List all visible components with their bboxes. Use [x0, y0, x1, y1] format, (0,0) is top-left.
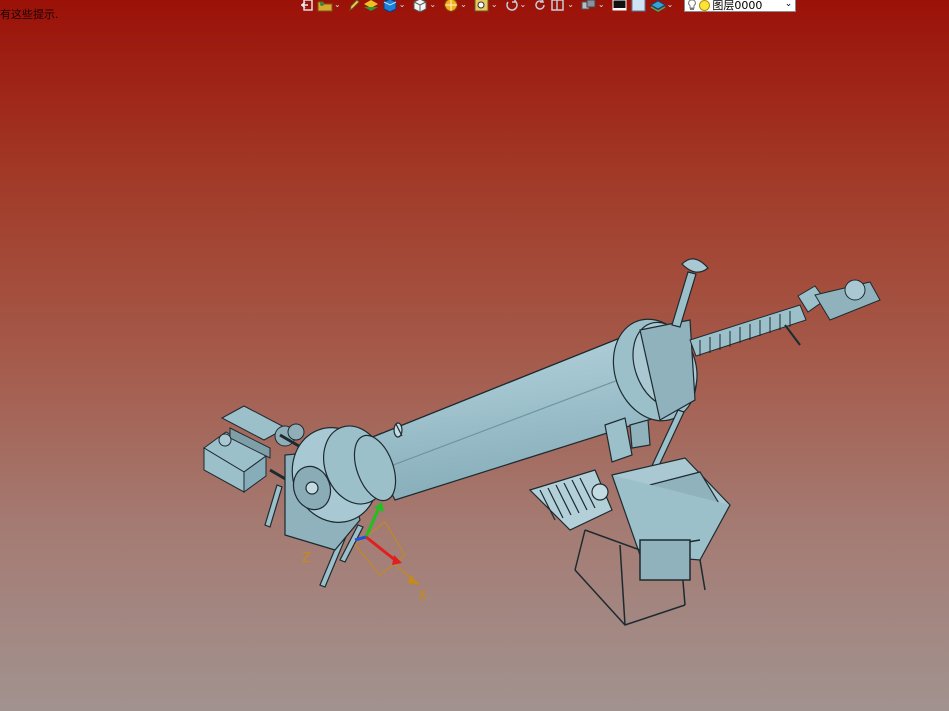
feeder-hopper[interactable]: [528, 457, 732, 561]
3d-viewport[interactable]: 有这些提示. ⌄ ⌄ ⌄ ⌄ ⌄ ⌄ ⌄ ⌄ ⌄ 图层0000 ⌄ X Z: [0, 0, 949, 711]
screw-conveyor[interactable]: [689, 279, 881, 357]
axis-x-label: X: [418, 589, 427, 604]
exhaust-chimney[interactable]: [671, 258, 709, 328]
hopper-stand[interactable]: [574, 529, 706, 626]
axis-z-label: Z: [302, 551, 311, 566]
dryer-model[interactable]: X Z: [0, 0, 949, 711]
